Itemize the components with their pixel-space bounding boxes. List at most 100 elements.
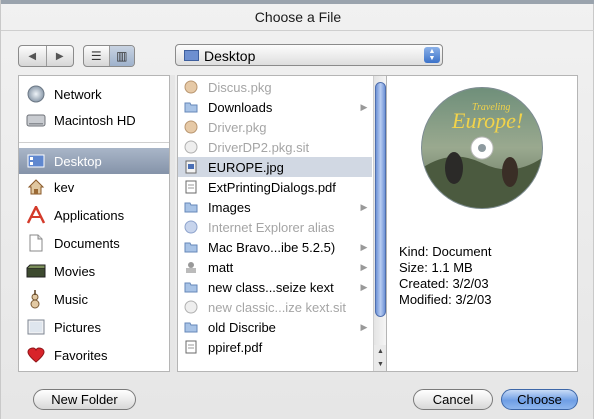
sidebar-item-label: Network [54, 86, 102, 102]
location-label: Desktop [204, 48, 256, 64]
sidebar-item-movies[interactable]: Movies [19, 258, 169, 284]
choose-button[interactable]: Choose [501, 389, 578, 410]
new-folder-button[interactable]: New Folder [33, 389, 136, 410]
sidebar-item-macintosh-hd[interactable]: Macintosh HD [19, 107, 169, 133]
forward-button[interactable]: ▶ [47, 46, 74, 66]
file-row[interactable]: matt ▶ [178, 257, 372, 277]
disclosure-arrow-icon: ▶ [360, 201, 368, 212]
alias-icon [183, 220, 199, 234]
list-view-icon: ☰ [90, 49, 102, 63]
column-view-button[interactable]: ▥ [109, 46, 134, 66]
pdf-icon [183, 180, 199, 194]
disclosure-arrow-icon: ▶ [360, 261, 368, 272]
hard-drive-icon [25, 110, 47, 130]
sidebar-item-label: Music [54, 291, 88, 307]
list-view-button[interactable]: ☰ [84, 46, 110, 66]
file-kind: Kind: Document [399, 244, 492, 259]
forward-arrow-icon: ▶ [55, 50, 64, 62]
documents-icon [25, 233, 47, 253]
file-row[interactable]: Internet Explorer alias [178, 217, 372, 237]
folder-icon [183, 100, 199, 114]
sidebar-item-label: Favorites [54, 347, 108, 363]
sidebar-item-kev[interactable]: kev [19, 174, 169, 200]
archive-icon [183, 140, 199, 154]
sidebar-resize-gutter[interactable] [170, 75, 175, 372]
sidebar: Network Macintosh HD Desktop kev Applica… [18, 75, 170, 372]
file-browser-column: Discus.pkg Downloads ▶ Driver.pkg DriverD… [177, 75, 387, 372]
disclosure-arrow-icon: ▶ [360, 321, 368, 332]
package-icon [183, 80, 199, 94]
file-info: Kind: Document Size: 1.1 MB Created: 3/2… [399, 244, 492, 308]
folder-icon [183, 280, 199, 294]
popup-arrows-icon: ▲ ▼ [424, 47, 440, 63]
toolbar-divider [1, 30, 594, 31]
window-top-edge [1, 0, 594, 4]
desktop-icon [25, 151, 47, 171]
package-icon [183, 120, 199, 134]
sidebar-item-documents[interactable]: Documents [19, 230, 169, 256]
back-button[interactable]: ◀ [19, 46, 47, 66]
disc-title-line-2: Europe! [452, 108, 524, 133]
sidebar-item-network[interactable]: Network [19, 81, 169, 107]
sidebar-item-label: Documents [54, 235, 120, 251]
column-view-icon: ▥ [116, 49, 128, 63]
choose-file-dialog: Choose a File ◀ ▶ ☰ ▥ Desktop ▲ ▼ Network… [0, 0, 594, 419]
file-modified: Modified: 3/2/03 [399, 292, 492, 307]
applications-icon [25, 205, 47, 225]
network-icon [25, 84, 47, 104]
file-size: Size: 1.1 MB [399, 260, 473, 275]
file-row[interactable]: Mac Bravo...ibe 5.2.5) ▶ [178, 237, 372, 257]
sidebar-item-desktop[interactable]: Desktop [19, 148, 169, 174]
cancel-button[interactable]: Cancel [413, 389, 493, 410]
archive-icon [183, 300, 199, 314]
file-row[interactable]: ExtPrintingDialogs.pdf [178, 177, 372, 197]
pdf-icon [183, 340, 199, 354]
file-created: Created: 3/2/03 [399, 276, 489, 291]
file-list-scrollbar[interactable]: ▲ ▼ [373, 76, 386, 371]
folder-icon [183, 320, 199, 334]
sidebar-item-label: Applications [54, 207, 125, 223]
file-row[interactable]: Discus.pkg [178, 77, 372, 97]
file-row-selected[interactable]: EUROPE.jpg [178, 157, 372, 177]
file-row[interactable]: Downloads ▶ [178, 97, 372, 117]
file-row[interactable]: Images ▶ [178, 197, 372, 217]
dialog-title: Choose a File [254, 9, 342, 25]
sidebar-item-label: Desktop [54, 153, 102, 169]
back-arrow-icon: ◀ [28, 50, 37, 62]
sidebar-item-label: Movies [54, 263, 96, 279]
desktop-icon [184, 50, 199, 61]
file-row[interactable]: old Discribe ▶ [178, 317, 372, 337]
sidebar-item-label: kev [54, 179, 75, 195]
home-icon [25, 177, 47, 197]
jpeg-icon [183, 160, 199, 174]
sidebar-item-pictures[interactable]: Pictures [19, 314, 169, 340]
sidebar-item-favorites[interactable]: Favorites [19, 342, 169, 368]
disclosure-arrow-icon: ▶ [360, 281, 368, 292]
preview-pane: Traveling Europe! Kind: Document Size: 1… [387, 75, 578, 372]
folder-icon [183, 240, 199, 254]
file-row[interactable]: Driver.pkg [178, 117, 372, 137]
disclosure-arrow-icon: ▶ [360, 241, 368, 252]
disclosure-arrow-icon: ▶ [360, 101, 368, 112]
sidebar-divider [19, 142, 169, 143]
back-forward-control: ◀ ▶ [18, 45, 74, 67]
cd-preview-image: Traveling Europe! [422, 88, 542, 208]
movies-icon [25, 261, 47, 281]
sidebar-item-label: Pictures [54, 319, 101, 335]
favorites-heart-icon [25, 345, 47, 365]
file-row[interactable]: DriverDP2.pkg.sit [178, 137, 372, 157]
file-row[interactable]: ppiref.pdf [178, 337, 372, 357]
scroll-arrows-icon[interactable]: ▲ ▼ [374, 345, 386, 371]
sidebar-item-applications[interactable]: Applications [19, 202, 169, 228]
folder-icon [183, 200, 199, 214]
file-row[interactable]: new class...seize kext ▶ [178, 277, 372, 297]
view-mode-control: ☰ ▥ [83, 45, 135, 67]
music-icon [25, 289, 47, 309]
location-popup[interactable]: Desktop ▲ ▼ [175, 44, 443, 66]
sidebar-item-label: Macintosh HD [54, 112, 136, 128]
user-folder-icon [183, 260, 199, 274]
scrollbar-thumb[interactable] [375, 82, 386, 317]
pictures-icon [25, 317, 47, 337]
file-row[interactable]: new classic...ize kext.sit [178, 297, 372, 317]
sidebar-item-music[interactable]: Music [19, 286, 169, 312]
